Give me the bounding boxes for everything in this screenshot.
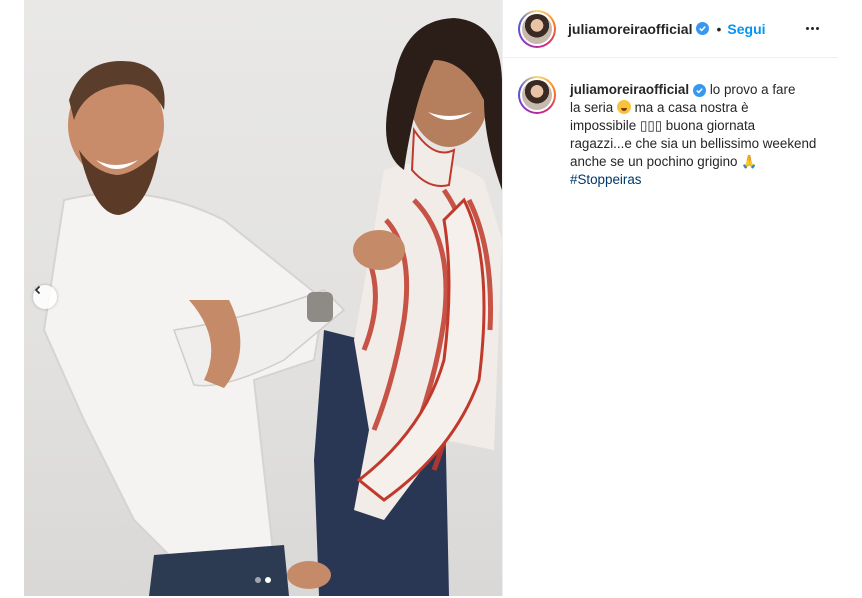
caption-text: juliamoreiraofficial lo provo a fare la … [570,81,830,189]
post-header: juliamoreiraofficial • Segui [503,0,838,58]
carousel-indicator [255,577,271,583]
more-options-icon[interactable] [804,20,820,36]
verified-badge-icon [693,84,707,97]
post-photo[interactable] [24,0,502,596]
chevron-left-icon [34,285,41,295]
header-username[interactable]: juliamoreiraofficial [568,21,692,37]
carousel-dot-2-active [265,577,271,583]
caption-line-2b: ma a casa nostra è [634,100,749,115]
avatar-image [522,80,552,110]
caption-line-5: anche se un pochino grigino [570,154,738,169]
caption-line-3: impossibile ▯▯▯ buona giornata [570,118,756,133]
carousel-previous-button[interactable] [33,285,57,309]
header-avatar[interactable] [518,9,556,48]
header-separator: • [716,20,722,37]
grimace-emoji-icon [616,100,631,114]
photo-illustration [42,18,502,596]
follow-button[interactable]: Segui [727,21,765,37]
caption-line-4: ragazzi...e che sia un bellissimo weeken… [570,136,817,151]
post-caption: juliamoreiraofficial lo provo a fare la … [518,76,830,189]
caption-line-1: lo provo a fare [709,82,796,97]
post-dialog: juliamoreiraofficial • Segui juliamoreir… [24,0,838,598]
caption-line-2a: la seria [570,100,614,115]
caption-username[interactable]: juliamoreiraofficial [570,82,689,97]
verified-badge-icon [696,22,710,35]
post-sidebar: juliamoreiraofficial • Segui juliamoreir… [502,0,838,596]
carousel-dot-1 [255,577,261,583]
caption-avatar[interactable] [518,76,556,114]
avatar-image [522,13,552,44]
hashtag-link[interactable]: #Stoppeiras [570,172,641,187]
folded-hands-emoji-icon: 🙏 [741,154,758,169]
